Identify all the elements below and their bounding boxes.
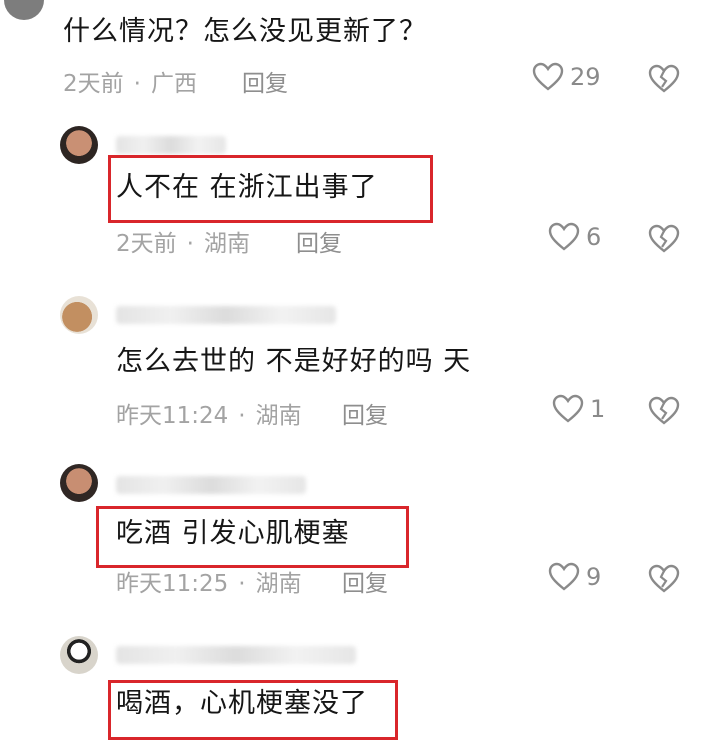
like-count: 1 bbox=[590, 395, 606, 423]
avatar[interactable] bbox=[60, 296, 98, 334]
comment-item: 人不在 在浙江出事了 2天前 · 湖南 回复 6 bbox=[0, 120, 711, 270]
comment-meta: 2天前 · 湖南 bbox=[116, 224, 250, 258]
broken-heart-icon[interactable] bbox=[648, 396, 680, 426]
heart-icon bbox=[548, 562, 580, 591]
comment-time: 昨天11:24 bbox=[116, 403, 229, 429]
comment-text: 什么情况？怎么没见更新了？ bbox=[63, 16, 427, 47]
broken-heart-icon[interactable] bbox=[648, 564, 680, 594]
reply-button[interactable]: 回复 bbox=[342, 396, 388, 430]
username-blurred bbox=[116, 136, 226, 154]
comment-meta: 昨天11:24 · 湖南 bbox=[116, 396, 302, 430]
avatar[interactable] bbox=[60, 126, 98, 164]
like-button[interactable]: 9 bbox=[548, 562, 601, 592]
comment-time: 2天前 bbox=[116, 231, 177, 257]
like-button[interactable]: 29 bbox=[532, 62, 601, 92]
comment-location: 湖南 bbox=[255, 403, 302, 429]
meta-separator: · bbox=[238, 571, 246, 597]
comment-location: 湖南 bbox=[203, 231, 250, 257]
comment-text: 喝酒，心机梗塞没了 bbox=[116, 688, 368, 719]
like-button[interactable]: 6 bbox=[548, 222, 601, 252]
like-count: 29 bbox=[570, 63, 601, 91]
username-blurred bbox=[116, 646, 356, 664]
comment-text: 吃酒 引发心肌梗塞 bbox=[116, 518, 350, 549]
comment-item: 吃酒 引发心肌梗塞 昨天11:25 · 湖南 回复 9 bbox=[0, 460, 711, 610]
comment-text: 人不在 在浙江出事了 bbox=[116, 172, 378, 203]
meta-separator: · bbox=[133, 71, 141, 97]
meta-separator: · bbox=[238, 403, 246, 429]
comment-meta: 昨天11:25 · 湖南 bbox=[116, 564, 302, 598]
username-blurred bbox=[116, 476, 306, 494]
reply-button[interactable]: 回复 bbox=[296, 224, 342, 258]
like-count: 9 bbox=[586, 563, 602, 591]
username-blurred bbox=[116, 306, 336, 324]
heart-icon bbox=[548, 222, 580, 251]
heart-icon bbox=[552, 394, 584, 423]
comment-text: 怎么去世的 不是好好的吗 天 bbox=[116, 346, 472, 377]
broken-heart-icon[interactable] bbox=[648, 224, 680, 254]
reply-button[interactable]: 回复 bbox=[242, 64, 288, 98]
comment-time: 昨天11:25 bbox=[116, 571, 229, 597]
comment-item: 喝酒，心机梗塞没了 bbox=[0, 628, 711, 740]
broken-heart-icon[interactable] bbox=[648, 64, 680, 94]
heart-icon bbox=[532, 62, 564, 91]
comment-item: 什么情况？怎么没见更新了？ 2天前 · 广西 回复 29 bbox=[0, 0, 711, 110]
comment-location: 广西 bbox=[150, 71, 197, 97]
comment-time: 2天前 bbox=[63, 71, 124, 97]
comment-meta: 2天前 · 广西 bbox=[63, 64, 197, 98]
like-button[interactable]: 1 bbox=[552, 394, 605, 424]
comment-location: 湖南 bbox=[255, 571, 302, 597]
reply-button[interactable]: 回复 bbox=[342, 564, 388, 598]
comment-item: 怎么去世的 不是好好的吗 天 昨天11:24 · 湖南 回复 1 bbox=[0, 292, 711, 442]
meta-separator: · bbox=[186, 231, 194, 257]
avatar[interactable] bbox=[60, 636, 98, 674]
avatar[interactable] bbox=[60, 464, 98, 502]
like-count: 6 bbox=[586, 223, 602, 251]
avatar[interactable] bbox=[4, 0, 44, 20]
